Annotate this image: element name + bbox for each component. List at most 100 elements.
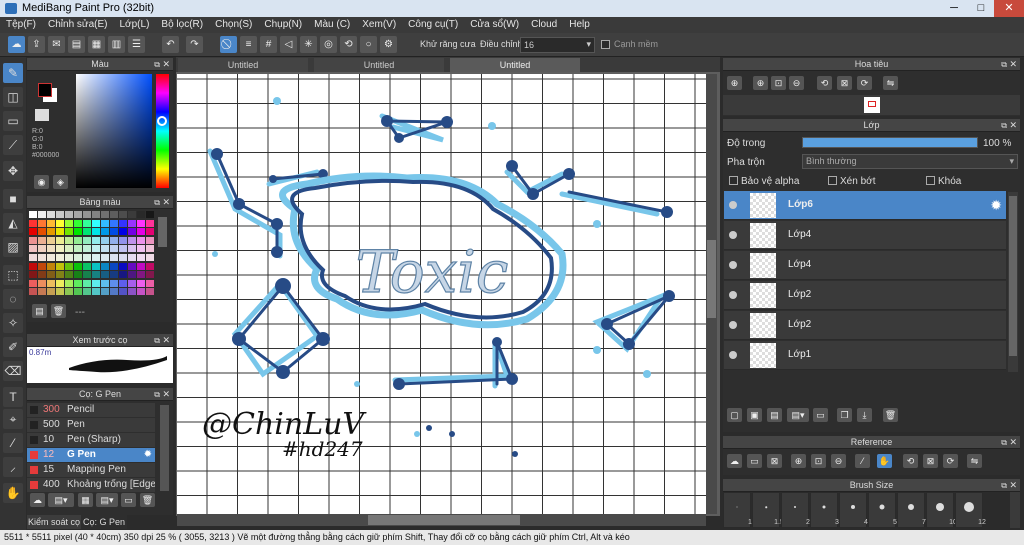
palette-swatch[interactable] bbox=[74, 288, 82, 296]
palette-swatch[interactable] bbox=[38, 236, 46, 244]
palette-swatch[interactable] bbox=[101, 236, 109, 244]
zoom-out-icon[interactable]: ⊖ bbox=[831, 454, 846, 468]
menu-edit[interactable]: Chỉnh sửa(E) bbox=[42, 17, 114, 33]
brush-size-12[interactable]: 12 bbox=[955, 492, 986, 528]
palette-swatch[interactable] bbox=[101, 271, 109, 279]
palette-swatch[interactable] bbox=[74, 219, 82, 227]
grid-icon[interactable]: ▥ bbox=[108, 36, 125, 53]
tab-untitled-2[interactable]: Untitled bbox=[314, 58, 444, 73]
saturation-value-picker[interactable] bbox=[76, 74, 152, 188]
palette-swatch[interactable] bbox=[92, 228, 100, 236]
palette-swatch[interactable] bbox=[38, 279, 46, 287]
palette-swatch[interactable] bbox=[65, 271, 73, 279]
palette-swatch[interactable] bbox=[47, 236, 55, 244]
layer-type-dropdown-icon[interactable]: ▤▾ bbox=[787, 408, 809, 422]
palette-swatch[interactable] bbox=[29, 279, 37, 287]
palette-swatch[interactable] bbox=[128, 211, 136, 218]
palette-swatch[interactable] bbox=[29, 245, 37, 253]
popout-icon[interactable]: ⧉ bbox=[154, 388, 160, 401]
palette-swatch[interactable] bbox=[128, 219, 136, 227]
palette-swatch[interactable] bbox=[146, 262, 154, 270]
palette-swatch[interactable] bbox=[137, 288, 145, 296]
tab-untitled-3[interactable]: Untitled bbox=[450, 58, 580, 73]
palette-swatch[interactable] bbox=[92, 219, 100, 227]
close-icon[interactable]: ✕ bbox=[162, 196, 170, 209]
curve-snap-icon[interactable]: ⟲ bbox=[340, 36, 357, 53]
palette-swatch[interactable] bbox=[29, 288, 37, 296]
palette-swatch[interactable] bbox=[65, 288, 73, 296]
primary-color-swatch[interactable] bbox=[38, 83, 52, 97]
text-tool-icon[interactable]: T bbox=[3, 387, 23, 407]
page-icon[interactable]: ▦ bbox=[88, 36, 105, 53]
canvas-vscrollbar[interactable] bbox=[706, 74, 717, 514]
menu-view[interactable]: Xem(V) bbox=[356, 17, 402, 33]
hscroll-thumb[interactable] bbox=[368, 515, 520, 525]
layer-list-scrollbar[interactable] bbox=[1008, 192, 1018, 372]
palette-scrollbar[interactable] bbox=[158, 217, 167, 247]
palette-swatch[interactable] bbox=[38, 262, 46, 270]
palette-swatch[interactable] bbox=[83, 288, 91, 296]
redo-button[interactable]: ↷ bbox=[186, 36, 203, 53]
comment-icon[interactable]: ✉ bbox=[48, 36, 65, 53]
palette-swatch[interactable] bbox=[146, 245, 154, 253]
sharpen-checkbox[interactable] bbox=[601, 40, 610, 49]
palette-swatch[interactable] bbox=[56, 211, 64, 218]
palette-swatch[interactable] bbox=[65, 236, 73, 244]
layer-row-selected[interactable]: Lớp6 ✹ bbox=[724, 191, 1006, 220]
lasso-tool-icon[interactable]: ◌ bbox=[3, 289, 23, 309]
document-icon[interactable]: ▤ bbox=[68, 36, 85, 53]
adjust-select[interactable]: 16 ▾ bbox=[520, 37, 595, 53]
zoom-in-icon[interactable]: ⊕ bbox=[727, 76, 742, 90]
palette-swatch[interactable] bbox=[74, 211, 82, 218]
palette-swatch[interactable] bbox=[29, 271, 37, 279]
palette-swatch[interactable] bbox=[38, 245, 46, 253]
move-tool-icon[interactable]: ✥ bbox=[3, 161, 23, 181]
rotate-right-icon[interactable]: ⟳ bbox=[857, 76, 872, 90]
canvas-hscrollbar[interactable] bbox=[177, 514, 706, 526]
palette-swatch[interactable] bbox=[137, 279, 145, 287]
palette-swatch[interactable] bbox=[146, 236, 154, 244]
brush-size-3[interactable]: 3 bbox=[810, 492, 839, 528]
hue-slider-handle[interactable] bbox=[157, 116, 167, 126]
divide-tool-icon[interactable]: ⌖ bbox=[3, 409, 23, 429]
cloud-brush-icon[interactable]: ☁ bbox=[30, 493, 45, 507]
new-halftone-layer-icon[interactable]: ▣ bbox=[747, 408, 762, 422]
palette-swatch[interactable] bbox=[56, 271, 64, 279]
eraser-tool-icon[interactable]: ◫ bbox=[3, 87, 23, 107]
dropper-icon[interactable]: ⸝ bbox=[3, 457, 23, 477]
lock-checkbox[interactable] bbox=[926, 176, 935, 185]
palette-swatch[interactable] bbox=[146, 279, 154, 287]
clipping-checkbox[interactable] bbox=[828, 176, 837, 185]
palette-swatch[interactable] bbox=[101, 219, 109, 227]
eyedropper-icon[interactable]: ⁄ bbox=[855, 454, 870, 468]
undo-button[interactable]: ↶ bbox=[162, 36, 179, 53]
palette-swatch[interactable] bbox=[74, 236, 82, 244]
palette-swatch[interactable] bbox=[83, 228, 91, 236]
palette-swatch[interactable] bbox=[128, 262, 136, 270]
palette-swatch[interactable] bbox=[119, 219, 127, 227]
circle-snap-icon[interactable]: ◎ bbox=[320, 36, 337, 53]
palette-swatch[interactable] bbox=[47, 279, 55, 287]
tab-brush-control[interactable]: Kiểm soát cọ bbox=[27, 515, 81, 529]
palette-swatch[interactable] bbox=[83, 211, 91, 218]
brush-size-7[interactable]: 7 bbox=[897, 492, 926, 528]
menu-select[interactable]: Chọn(S) bbox=[209, 17, 258, 33]
color-wheel-icon[interactable]: ◉ bbox=[34, 175, 49, 189]
palette-swatch[interactable] bbox=[101, 211, 109, 218]
menu-tools[interactable]: Công cụ(T) bbox=[402, 17, 464, 33]
brush-item[interactable]: 500 Pen bbox=[27, 418, 155, 432]
palette-swatch[interactable] bbox=[137, 219, 145, 227]
popout-icon[interactable]: ⧉ bbox=[1001, 479, 1007, 492]
list-icon[interactable]: ☰ bbox=[128, 36, 145, 53]
layer-row[interactable]: Lớp2 bbox=[724, 281, 1006, 310]
palette-swatch[interactable] bbox=[137, 262, 145, 270]
gear-icon[interactable]: ✹ bbox=[144, 448, 152, 462]
palette-swatch[interactable] bbox=[47, 271, 55, 279]
rotate-left-icon[interactable]: ⟲ bbox=[817, 76, 832, 90]
palette-swatch[interactable] bbox=[65, 254, 73, 261]
layer-folder-icon[interactable]: ▭ bbox=[813, 408, 828, 422]
layer-row[interactable]: Lớp4 bbox=[724, 221, 1006, 250]
menu-help[interactable]: Help bbox=[563, 17, 596, 33]
close-button[interactable]: ✕ bbox=[994, 0, 1024, 17]
palette-swatch[interactable] bbox=[83, 245, 91, 253]
